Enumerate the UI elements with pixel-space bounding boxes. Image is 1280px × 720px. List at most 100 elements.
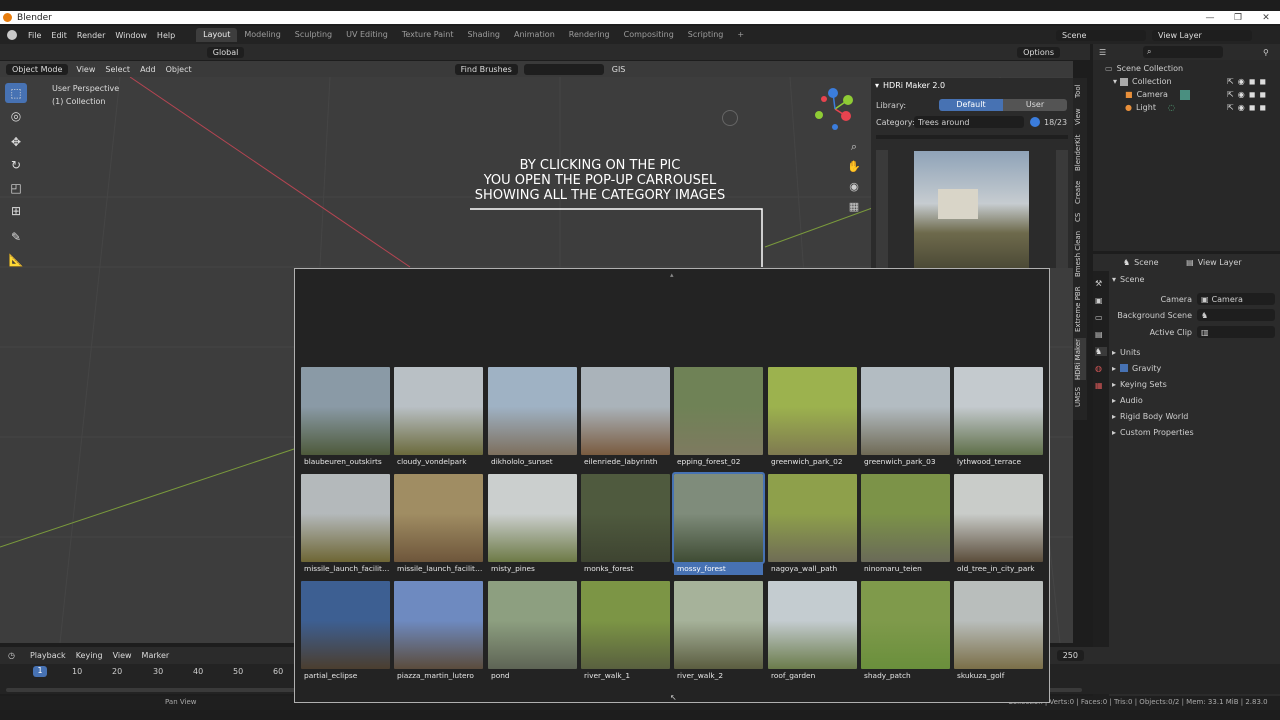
outliner-row-scene-collection[interactable]: ▭ Scene Collection [1093, 62, 1280, 75]
hdri-thumbnail-image[interactable] [861, 367, 950, 455]
texture-icon[interactable]: ▦ [1095, 381, 1107, 390]
render-icon[interactable]: ▣ [1095, 296, 1107, 305]
rigid-body-world-panel[interactable]: ▸ Rigid Body World [1112, 409, 1280, 423]
carousel-thumbnail[interactable]: greenwich_park_02 [768, 367, 857, 468]
carousel-thumbnail[interactable]: river_walk_1 [581, 581, 670, 682]
camera-field[interactable]: ▣ Camera [1197, 293, 1275, 305]
menu-file[interactable]: File [23, 31, 46, 40]
view-layer-icon[interactable]: ▤ [1095, 330, 1107, 339]
tool-icon[interactable]: ⚒ [1095, 279, 1107, 288]
menu-help[interactable]: Help [152, 31, 180, 40]
cursor-icon[interactable]: ◎ [5, 106, 27, 126]
maximize-button[interactable]: ❐ [1224, 13, 1252, 23]
blender-menu-icon[interactable] [7, 30, 17, 40]
properties-scene-tab[interactable]: Scene [1134, 258, 1174, 267]
next-image-button[interactable] [1056, 150, 1068, 268]
carousel-thumbnail[interactable]: mossy_forest [672, 472, 765, 575]
hdri-thumbnail-image[interactable] [861, 581, 950, 669]
audio-panel[interactable]: ▸ Audio [1112, 393, 1280, 407]
scene-selector[interactable]: Scene [1056, 29, 1146, 41]
hdri-thumbnail-image[interactable] [954, 474, 1043, 562]
annotate-icon[interactable]: ✎ [5, 227, 27, 247]
hdri-carousel-popup[interactable]: ▴ blaubeuren_outskirts cloudy_vondelpark d… [294, 268, 1050, 703]
scale-icon[interactable]: ◰ [5, 178, 27, 198]
carousel-thumbnail[interactable]: roof_garden [768, 581, 857, 682]
carousel-thumbnail[interactable]: shady_patch [861, 581, 950, 682]
carousel-thumbnail[interactable]: partial_eclipse [301, 581, 390, 682]
hdri-thumbnail-image[interactable] [394, 367, 483, 455]
carousel-thumbnail[interactable]: eilenriede_labyrinth [581, 367, 670, 468]
hdri-thumbnail-image[interactable] [581, 581, 670, 669]
hdri-thumbnail-image[interactable] [394, 581, 483, 669]
tab-layout[interactable]: Layout [196, 28, 238, 42]
tab-modeling[interactable]: Modeling [237, 28, 287, 42]
rotate-icon[interactable]: ↻ [5, 155, 27, 175]
gis-menu[interactable]: GIS [607, 65, 631, 74]
carousel-thumbnail[interactable]: cloudy_vondelpark [394, 367, 483, 468]
grid-toggle-icon[interactable]: ▦ [846, 200, 862, 216]
orientation-dropdown[interactable]: Global [206, 46, 245, 58]
current-frame-indicator[interactable]: 1 [33, 666, 47, 677]
side-tab-umss[interactable]: UMSS [1074, 384, 1086, 410]
side-tab-extreme-pbr[interactable]: Extreme PBR [1074, 284, 1086, 334]
tab-shading[interactable]: Shading [460, 28, 507, 42]
view-layer-selector[interactable]: View Layer [1152, 29, 1252, 41]
tab-scripting[interactable]: Scripting [681, 28, 731, 42]
hand-icon[interactable]: ✋ [846, 160, 862, 176]
carousel-thumbnail[interactable]: river_walk_2 [674, 581, 763, 682]
outliner-search-input[interactable]: ⌕ [1143, 46, 1223, 58]
hdri-thumbnail-image[interactable] [581, 474, 670, 562]
tab-animation[interactable]: Animation [507, 28, 562, 42]
units-panel[interactable]: ▸ Units [1112, 345, 1280, 359]
close-button[interactable]: ✕ [1252, 13, 1280, 23]
hdri-thumbnail-image[interactable] [581, 367, 670, 455]
viewport-menu-select[interactable]: Select [100, 65, 135, 74]
find-brushes-dropdown[interactable]: Find Brushes [454, 63, 518, 75]
visibility-icons[interactable]: ⇱◉◼◼ [1227, 103, 1270, 112]
outliner-row-camera[interactable]: ■ Camera ⇱◉◼◼ [1093, 88, 1280, 101]
options-dropdown[interactable]: Options [1017, 46, 1060, 58]
carousel-thumbnail[interactable]: misty_pines [488, 474, 577, 575]
world-icon[interactable]: ◍ [1095, 364, 1107, 373]
carousel-thumbnail[interactable]: skukuza_golf [954, 581, 1043, 682]
end-frame-field[interactable]: 250 [1056, 650, 1084, 661]
carousel-thumbnail[interactable]: ninomaru_teien [861, 474, 950, 575]
zoom-icon[interactable]: ⌕ [846, 140, 862, 156]
keying-menu[interactable]: Keying [71, 651, 108, 660]
carousel-thumbnail[interactable]: greenwich_park_03 [861, 367, 950, 468]
side-tab-view[interactable]: View [1074, 106, 1086, 128]
menu-render[interactable]: Render [72, 31, 110, 40]
hdri-thumbnail-image[interactable] [768, 581, 857, 669]
carousel-thumbnail[interactable]: pond [488, 581, 577, 682]
playback-menu[interactable]: Playback [25, 651, 71, 660]
side-tab-cs[interactable]: CS [1074, 210, 1086, 224]
carousel-thumbnail[interactable]: monks_forest [581, 474, 670, 575]
carousel-thumbnail[interactable]: old_tree_in_city_park [954, 474, 1043, 575]
move-icon[interactable]: ✥ [5, 132, 27, 152]
measure-icon[interactable]: 📐 [5, 250, 27, 270]
filter-icon[interactable]: ⚲ [1263, 48, 1269, 57]
navigation-gizmo[interactable] [810, 86, 860, 132]
carousel-scroll-up-icon[interactable]: ▴ [670, 271, 674, 279]
menu-window[interactable]: Window [110, 31, 152, 40]
previous-image-button[interactable] [876, 150, 888, 268]
hdri-thumbnail-image[interactable] [301, 581, 390, 669]
hdri-thumbnail-image[interactable] [768, 474, 857, 562]
outliner-editor-icon[interactable]: ☰ [1099, 48, 1113, 57]
viewport-menu-object[interactable]: Object [161, 65, 197, 74]
tab-uv-editing[interactable]: UV Editing [339, 28, 395, 42]
background-scene-field[interactable]: ♞ [1197, 309, 1275, 321]
properties-view-layer-tab[interactable]: View Layer [1198, 258, 1242, 267]
hdri-thumbnail-image[interactable] [674, 367, 763, 455]
hdri-thumbnail-image[interactable] [672, 472, 765, 564]
transform-icon[interactable]: ⊞ [5, 201, 27, 221]
outliner-row-light[interactable]: ● Light ◌ ⇱◉◼◼ [1093, 101, 1280, 114]
object-mode-dropdown[interactable]: Object Mode [6, 63, 69, 75]
carousel-thumbnail[interactable]: piazza_martin_lutero [394, 581, 483, 682]
side-tab-blenderkit[interactable]: BlenderKit [1074, 134, 1086, 172]
gravity-panel[interactable]: ▸ Gravity [1112, 361, 1280, 375]
custom-properties-panel[interactable]: ▸ Custom Properties [1112, 425, 1280, 439]
keying-sets-panel[interactable]: ▸ Keying Sets [1112, 377, 1280, 391]
viewport-menu-add[interactable]: Add [135, 65, 161, 74]
active-clip-field[interactable]: ▥ [1197, 326, 1275, 338]
